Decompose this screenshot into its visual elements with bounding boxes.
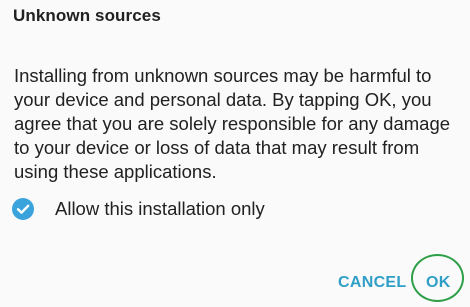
check-circle-icon: [12, 198, 34, 220]
dialog-title: Unknown sources: [13, 6, 161, 25]
cancel-button[interactable]: CANCEL: [338, 274, 406, 292]
unknown-sources-dialog: Unknown sources Installing from unknown …: [0, 0, 470, 307]
allow-once-checkbox[interactable]: Allow this installation only: [12, 196, 265, 222]
allow-once-label: Allow this installation only: [55, 198, 265, 219]
ok-button[interactable]: OK: [426, 274, 451, 292]
dialog-message: Installing from unknown sources may be h…: [14, 65, 451, 182]
